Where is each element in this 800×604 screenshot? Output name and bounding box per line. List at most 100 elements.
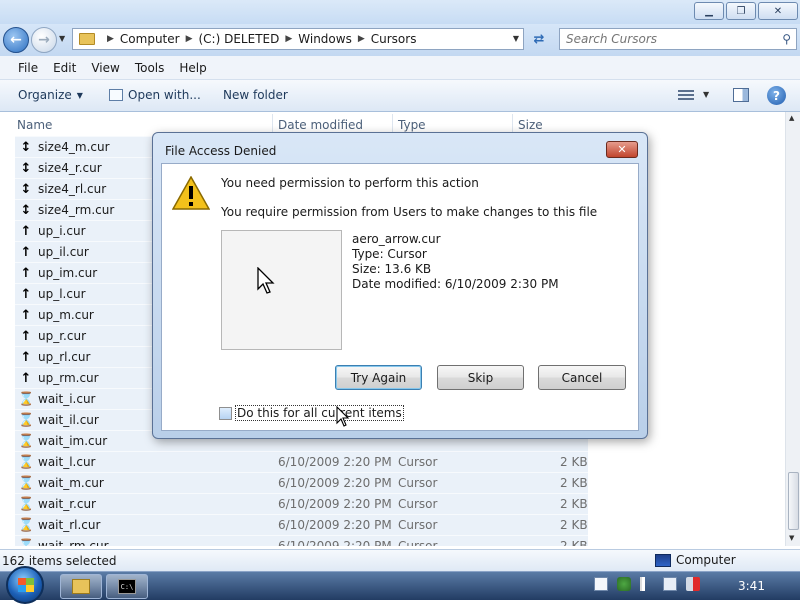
column-divider[interactable] — [392, 114, 393, 134]
cursor-file-icon: ⌛ — [18, 538, 35, 547]
column-divider[interactable] — [512, 114, 513, 134]
cursor-file-icon: ⌛ — [18, 391, 35, 407]
breadcrumb-computer[interactable]: Computer — [120, 32, 180, 46]
search-icon[interactable]: ⚲ — [782, 32, 791, 46]
breadcrumb-windows[interactable]: Windows — [298, 32, 352, 46]
windows-logo-icon — [18, 578, 34, 592]
try-again-button[interactable]: Try Again — [335, 365, 422, 390]
cursor-file-icon: ↑ — [20, 244, 32, 260]
breadcrumb-cursors[interactable]: Cursors — [371, 32, 417, 46]
preview-pane-icon[interactable] — [733, 88, 749, 102]
organize-button[interactable]: Organize ▼ — [18, 88, 83, 102]
cursor-file-icon: ↕ — [20, 160, 32, 176]
taskbar-clock[interactable]: 3:41 — [738, 579, 765, 593]
file-name-cell: size4_rm.cur — [38, 203, 115, 217]
address-history-dropdown-icon[interactable]: ▼ — [513, 34, 519, 43]
file-date-cell: 6/10/2009 2:20 PM — [278, 476, 392, 490]
file-name-cell: size4_rl.cur — [38, 182, 107, 196]
close-window-button[interactable]: ✕ — [758, 2, 798, 20]
back-button[interactable]: ← — [3, 27, 29, 53]
open-with-button[interactable]: Open with... — [109, 88, 201, 102]
file-size-cell: 2 KB — [560, 539, 588, 546]
security-tray-icon[interactable] — [617, 577, 631, 591]
open-with-label: Open with... — [128, 88, 201, 102]
menu-help[interactable]: Help — [179, 61, 215, 75]
dialog-message-primary: You need permission to perform this acti… — [221, 176, 479, 190]
breadcrumb-separator-icon[interactable]: ▶ — [358, 34, 365, 44]
menu-edit[interactable]: Edit — [53, 61, 85, 75]
cursor-file-icon: ↑ — [20, 265, 32, 281]
arrow-cursor-icon — [257, 267, 275, 294]
file-size: Size: 13.6 KB — [352, 262, 432, 276]
cancel-button[interactable]: Cancel — [538, 365, 626, 390]
action-center-flag-icon[interactable] — [640, 577, 654, 591]
view-options-dropdown-icon[interactable]: ▼ — [703, 90, 709, 99]
cursor-file-icon: ⌛ — [18, 412, 35, 428]
maximize-button[interactable]: ❐ — [726, 2, 756, 20]
taskbar-command-prompt-button[interactable]: C:\ — [106, 574, 148, 599]
column-header-date[interactable]: Date modified — [278, 118, 363, 132]
apply-all-label[interactable]: Do this for all current items — [235, 405, 404, 421]
file-name: aero_arrow.cur — [352, 232, 441, 246]
file-details: aero_arrow.cur Type: Cursor Size: 13.6 K… — [352, 232, 559, 292]
new-folder-button[interactable]: New folder — [223, 88, 288, 102]
menu-tools[interactable]: Tools — [135, 61, 174, 75]
cursor-file-icon: ⌛ — [18, 475, 35, 491]
search-input[interactable] — [566, 32, 771, 46]
menu-view[interactable]: View — [91, 61, 128, 75]
apply-all-option[interactable]: Do this for all current items — [219, 405, 404, 421]
file-date-cell: 6/10/2009 2:20 PM — [278, 539, 392, 546]
forward-button[interactable]: → — [31, 27, 57, 53]
file-row[interactable]: ⌛ wait_rm.cur 6/10/2009 2:20 PM Cursor 2 KB — [15, 535, 588, 546]
scrollbar-thumb[interactable] — [788, 472, 799, 530]
refresh-button[interactable]: ⇄ — [527, 28, 551, 50]
file-size-cell: 2 KB — [560, 455, 588, 469]
breadcrumb: ▶ Computer ▶ (C:) DELETED ▶ Windows ▶ Cu… — [101, 32, 416, 46]
file-name-cell: up_r.cur — [38, 329, 87, 343]
file-name-cell: wait_m.cur — [38, 476, 104, 490]
back-arrow-icon: ← — [10, 32, 22, 48]
taskbar-explorer-button[interactable] — [60, 574, 102, 599]
file-name-cell: wait_im.cur — [38, 434, 108, 448]
file-name-cell: up_l.cur — [38, 287, 86, 301]
cursor-file-icon: ⌛ — [18, 517, 35, 533]
recent-pages-dropdown-icon[interactable]: ▼ — [59, 34, 65, 43]
file-type-cell: Cursor — [398, 518, 438, 532]
file-name-cell: up_rm.cur — [38, 371, 99, 385]
dialog-close-button[interactable]: ✕ — [606, 141, 638, 158]
file-row[interactable]: ⌛ wait_l.cur 6/10/2009 2:20 PM Cursor 2 KB — [15, 451, 588, 472]
change-view-icon[interactable] — [678, 90, 694, 102]
scroll-down-icon[interactable]: ▼ — [789, 534, 794, 542]
scroll-up-icon[interactable]: ▲ — [789, 114, 794, 122]
start-button[interactable] — [6, 566, 44, 604]
skip-button[interactable]: Skip — [437, 365, 524, 390]
new-folder-label: New folder — [223, 88, 288, 102]
refresh-icon: ⇄ — [533, 31, 545, 47]
breadcrumb-drive[interactable]: (C:) DELETED — [199, 32, 280, 46]
chevron-down-icon: ▼ — [76, 90, 83, 100]
file-row[interactable]: ⌛ wait_r.cur 6/10/2009 2:20 PM Cursor 2 KB — [15, 493, 588, 514]
breadcrumb-separator-icon[interactable]: ▶ — [107, 34, 114, 44]
column-divider[interactable] — [272, 114, 273, 134]
file-row[interactable]: ⌛ wait_m.cur 6/10/2009 2:20 PM Cursor 2 KB — [15, 472, 588, 493]
breadcrumb-separator-icon[interactable]: ▶ — [285, 34, 292, 44]
network-tray-icon[interactable] — [663, 577, 677, 591]
search-box[interactable]: ⚲ — [559, 28, 797, 50]
vertical-scrollbar[interactable]: ▲ ▼ — [785, 112, 800, 546]
column-header-name[interactable]: Name — [17, 118, 52, 132]
minimize-button[interactable]: ▁ — [694, 2, 724, 20]
document-tray-icon[interactable] — [594, 577, 608, 591]
volume-muted-icon[interactable] — [686, 577, 700, 591]
help-icon[interactable]: ? — [767, 86, 786, 105]
address-bar[interactable]: ▶ Computer ▶ (C:) DELETED ▶ Windows ▶ Cu… — [72, 28, 524, 50]
apply-all-checkbox[interactable] — [219, 406, 232, 420]
breadcrumb-separator-icon[interactable]: ▶ — [186, 34, 193, 44]
cursor-file-icon: ⌛ — [18, 433, 35, 449]
column-header-size[interactable]: Size — [518, 118, 543, 132]
window-caption-buttons: ▁ ❐ ✕ — [694, 2, 798, 20]
menu-file[interactable]: File — [18, 61, 47, 75]
file-row[interactable]: ⌛ wait_rl.cur 6/10/2009 2:20 PM Cursor 2 KB — [15, 514, 588, 535]
column-header-type[interactable]: Type — [398, 118, 426, 132]
forward-arrow-icon: → — [38, 32, 50, 48]
file-type-cell: Cursor — [398, 455, 438, 469]
